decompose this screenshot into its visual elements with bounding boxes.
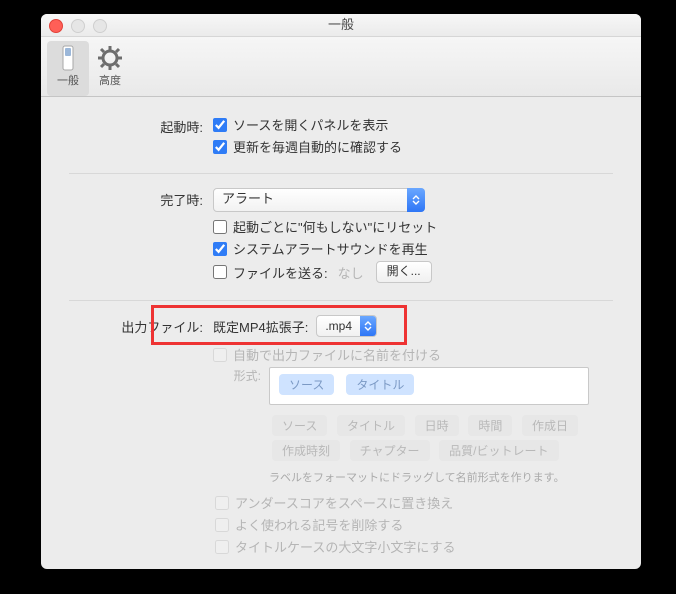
checkbox-label: タイトルケースの大文字小文字にする bbox=[235, 537, 455, 556]
checkbox-underscore-to-space: アンダースコアをスペースに置き換え bbox=[215, 493, 613, 512]
token-pill[interactable]: ソース bbox=[272, 415, 327, 436]
minimize-icon[interactable] bbox=[71, 19, 85, 33]
label-default-ext: 既定MP4拡張子: bbox=[213, 317, 308, 336]
format-token[interactable]: ソース bbox=[279, 374, 334, 395]
tab-label: 高度 bbox=[89, 72, 131, 88]
token-pill[interactable]: 時間 bbox=[468, 415, 512, 436]
checkbox-reset-each-launch[interactable]: 起動ごとに"何もしない"にリセット bbox=[213, 217, 613, 236]
token-pill[interactable]: 品質/ビットレート bbox=[439, 440, 558, 461]
token-pill[interactable]: チャプター bbox=[350, 440, 430, 461]
checkbox-show-source-panel[interactable]: ソースを開くパネルを表示 bbox=[213, 115, 613, 134]
token-pill[interactable]: タイトル bbox=[337, 415, 405, 436]
gear-icon bbox=[89, 44, 131, 72]
checkbox-label: 更新を毎週自動的に確認する bbox=[233, 137, 402, 156]
checkbox-remove-symbols: よく使われる記号を削除する bbox=[215, 515, 613, 534]
checkbox-titlecase: タイトルケースの大文字小文字にする bbox=[215, 537, 613, 556]
traffic-lights bbox=[49, 19, 107, 33]
label-format: 形式: bbox=[213, 367, 269, 384]
window-title: 一般 bbox=[41, 14, 641, 36]
select-completion-action[interactable]: アラート bbox=[213, 188, 425, 212]
token-pill[interactable]: 日時 bbox=[415, 415, 459, 436]
chevron-updown-icon bbox=[360, 316, 376, 336]
checkbox-play-alert-sound[interactable]: システムアラートサウンドを再生 bbox=[213, 239, 613, 258]
available-tokens: ソース タイトル 日時 時間 作成日 作成時刻 チャプター 品質/ビットレート … bbox=[269, 413, 589, 485]
checkbox-label: 自動で出力ファイルに名前を付ける bbox=[233, 345, 441, 364]
divider bbox=[69, 300, 613, 301]
checkbox-input[interactable] bbox=[213, 242, 227, 256]
zoom-icon[interactable] bbox=[93, 19, 107, 33]
checkbox-label: システムアラートサウンドを再生 bbox=[233, 239, 428, 258]
toolbar: 一般 高度 bbox=[41, 37, 641, 97]
select-value: .mp4 bbox=[317, 316, 360, 336]
send-file-destination: なし bbox=[338, 263, 364, 282]
checkbox-input bbox=[215, 518, 229, 532]
checkbox-label: 起動ごとに"何もしない"にリセット bbox=[233, 217, 437, 236]
titlebar: 一般 bbox=[41, 14, 641, 37]
browse-button[interactable]: 開く... bbox=[376, 261, 432, 283]
checkbox-input[interactable] bbox=[213, 140, 227, 154]
preferences-window: 一般 一般 高度 起動時: ソースを開くパネルを表示 bbox=[41, 14, 641, 569]
divider bbox=[69, 173, 613, 174]
checkbox-input bbox=[215, 540, 229, 554]
format-token[interactable]: タイトル bbox=[346, 374, 414, 395]
select-extension[interactable]: .mp4 bbox=[316, 315, 377, 337]
checkbox-label: アンダースコアをスペースに置き換え bbox=[235, 493, 453, 512]
checkbox-send-file[interactable]: ファイルを送る: なし 開く... bbox=[213, 261, 613, 283]
checkbox-input bbox=[215, 496, 229, 510]
drag-hint: ラベルをフォーマットにドラッグして名前形式を作ります。 bbox=[269, 469, 589, 485]
switch-icon bbox=[47, 44, 89, 72]
select-value: アラート bbox=[213, 188, 425, 212]
token-pill[interactable]: 作成日 bbox=[522, 415, 578, 436]
format-token-field[interactable]: ソース タイトル bbox=[269, 367, 589, 405]
label-startup: 起動時: bbox=[69, 115, 213, 136]
content-pane: 起動時: ソースを開くパネルを表示 更新を毎週自動的に確認する 完了時: アラー… bbox=[41, 97, 641, 585]
tab-label: 一般 bbox=[47, 72, 89, 88]
checkbox-input[interactable] bbox=[213, 118, 227, 132]
checkbox-input[interactable] bbox=[213, 265, 227, 279]
label-completion: 完了時: bbox=[69, 188, 213, 209]
checkbox-input[interactable] bbox=[213, 220, 227, 234]
label-output-file: 出力ファイル: bbox=[69, 315, 213, 336]
checkbox-label: よく使われる記号を削除する bbox=[235, 515, 403, 534]
tab-advanced[interactable]: 高度 bbox=[89, 41, 131, 96]
checkbox-check-updates[interactable]: 更新を毎週自動的に確認する bbox=[213, 137, 613, 156]
checkbox-label: ソースを開くパネルを表示 bbox=[233, 115, 388, 134]
checkbox-label: ファイルを送る: bbox=[233, 263, 328, 282]
token-pill[interactable]: 作成時刻 bbox=[272, 440, 340, 461]
checkbox-input[interactable] bbox=[213, 348, 227, 362]
close-icon[interactable] bbox=[49, 19, 63, 33]
checkbox-auto-name[interactable]: 自動で出力ファイルに名前を付ける bbox=[213, 345, 613, 364]
tab-general[interactable]: 一般 bbox=[47, 41, 89, 96]
